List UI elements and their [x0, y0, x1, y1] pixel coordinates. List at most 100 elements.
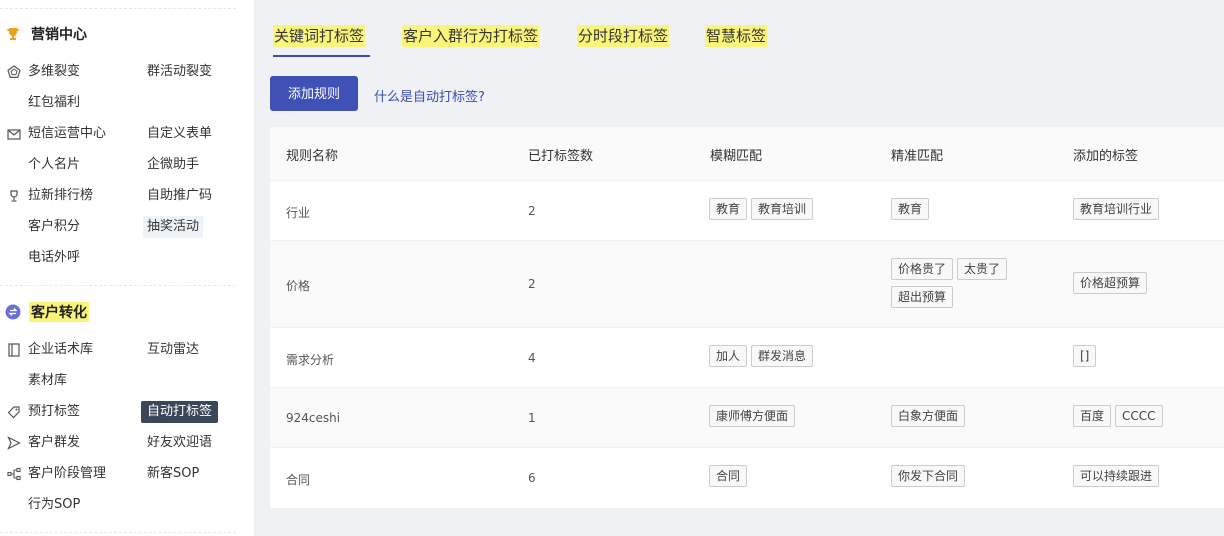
sidebar-item-new-customer-sop[interactable]: 新客SOP [147, 463, 199, 485]
sidebar-item-points[interactable]: 客户积分 [28, 216, 80, 238]
sidebar-item-label: 红包福利 [28, 95, 81, 110]
column-header-added-tags: 添加的标签 [1073, 149, 1139, 164]
exact-match-tags: 白象方便面 [891, 405, 966, 427]
tagged-count: 1 [528, 411, 536, 425]
sidebar-item-label: 互动雷达 [147, 342, 200, 357]
tab-group-join-tagging[interactable]: 客户入群行为打标签 [402, 25, 540, 47]
added-tags: 可以持续跟进 [1073, 465, 1160, 487]
sidebar-item-stage-management[interactable]: 客户阶段管理 [7, 463, 107, 485]
tab-time-period-tagging[interactable]: 分时段打标签 [577, 25, 670, 47]
sidebar-item-ranking[interactable]: 拉新排行榜 [10, 185, 94, 207]
add-rule-button[interactable]: 添加规则 [270, 76, 358, 111]
table-row[interactable]: 价格 2 价格贵了 太贵了 超出预算 价格超预算 [270, 241, 1224, 328]
table-row[interactable]: 需求分析 4 加人 群发消息 [] [270, 328, 1224, 388]
sidebar-item-pre-tag[interactable]: 预打标签 [7, 401, 80, 423]
sidebar-item-custom-form[interactable]: 自定义表单 [147, 123, 212, 145]
sidebar-item-phone-call[interactable]: 电话外呼 [28, 247, 80, 269]
keyword-tag: 教育培训 [751, 198, 814, 220]
exact-match-tags: 教育 [891, 198, 930, 220]
sidebar-item-business-card[interactable]: 个人名片 [28, 154, 80, 176]
table-row[interactable]: 924ceshi 1 康师傅方便面 白象方便面 百度 CCCC [270, 388, 1224, 448]
pentagon-icon [6, 64, 22, 80]
sidebar-item-mass-send[interactable]: 客户群发 [7, 432, 81, 454]
sidebar-item-label: 客户积分 [28, 219, 81, 234]
label-tag: 可以持续跟进 [1073, 465, 1160, 487]
keyword-tag: 加人 [709, 345, 748, 367]
tagged-count: 6 [528, 471, 536, 485]
keyword-tag: 教育 [891, 198, 930, 220]
sidebar-item-label: 电话外呼 [28, 250, 81, 265]
tab-keyword-tagging[interactable]: 关键词打标签 [273, 25, 366, 47]
sidebar-item-red-packet[interactable]: 红包福利 [28, 92, 80, 114]
column-header-tagged-count: 已打标签数 [528, 149, 594, 164]
sidebar-item-radar[interactable]: 互动雷达 [147, 339, 199, 361]
sidebar-item-material-library[interactable]: 素材库 [28, 370, 67, 392]
sidebar-divider [0, 285, 236, 286]
fuzzy-match-tags: 教育 教育培训 [709, 198, 814, 220]
sidebar-item-label: 自动打标签 [147, 404, 213, 419]
sidebar-item-sms-center[interactable]: 短信运营中心 [7, 123, 107, 145]
sidebar-item-label: 短信运营中心 [28, 126, 107, 141]
sidebar-item-label: 拉新排行榜 [28, 188, 94, 203]
rule-name: 合同 [286, 473, 311, 487]
sidebar-divider [0, 8, 236, 9]
rule-name: 行业 [286, 206, 311, 220]
keyword-tag: 太贵了 [957, 258, 1008, 280]
rule-name: 需求分析 [286, 353, 335, 367]
label-tag: 价格超预算 [1073, 272, 1148, 294]
sidebar: 营销中心 多维裂变 群活动裂变 红包福利 短信运营中心 自定义表单 个人名片 企… [0, 0, 254, 536]
sidebar-item-welcome-message[interactable]: 好友欢迎语 [147, 432, 212, 454]
tab-smart-tags[interactable]: 智慧标签 [705, 25, 768, 47]
mail-icon [6, 126, 22, 142]
keyword-tag: 白象方便面 [891, 405, 966, 427]
sidebar-item-label: 抽奖活动 [147, 219, 200, 234]
added-tags: 百度 CCCC [1073, 405, 1163, 427]
column-header-exact-match: 精准匹配 [891, 149, 944, 164]
exact-match-tags: 你发下合同 [891, 465, 966, 487]
sidebar-item-label: 客户群发 [28, 435, 81, 450]
section-marketing: 营销中心 [5, 23, 89, 45]
sidebar-item-behavior-sop[interactable]: 行为SOP [28, 494, 80, 516]
what-is-auto-tag-link[interactable]: 什么是自动打标签? [374, 86, 485, 105]
table-row[interactable]: 合同 6 合同 你发下合同 可以持续跟进 [270, 448, 1224, 508]
sidebar-item-promo-code[interactable]: 自助推广码 [147, 185, 212, 207]
fuzzy-match-tags: 康师傅方便面 [709, 405, 796, 427]
rule-name: 924ceshi [286, 411, 341, 425]
column-header-fuzzy-match: 模糊匹配 [710, 149, 763, 164]
table-row[interactable]: 行业 2 教育 教育培训 教育 教育培训行业 [270, 181, 1224, 241]
tag-icon [6, 404, 22, 420]
book-icon [6, 342, 22, 358]
section-title: 客户转化 [29, 302, 89, 322]
keyword-tag: 你发下合同 [891, 465, 966, 487]
exact-match-tags: 价格贵了 太贵了 超出预算 [891, 258, 1031, 308]
sidebar-divider [0, 532, 236, 533]
exchange-icon [5, 304, 21, 320]
sidebar-item-lottery[interactable]: 抽奖活动 [143, 216, 204, 238]
rule-name: 价格 [286, 279, 311, 293]
keyword-tag: 超出预算 [891, 286, 954, 308]
column-header-rule-name: 规则名称 [286, 149, 339, 164]
tagged-count: 2 [528, 204, 536, 218]
sidebar-item-label: 企业话术库 [28, 342, 94, 357]
keyword-tag: 价格贵了 [891, 258, 954, 280]
sidebar-item-label: 自助推广码 [147, 188, 213, 203]
section-title: 营销中心 [31, 27, 87, 43]
keyword-tag: 合同 [709, 465, 748, 487]
fuzzy-match-tags: 加人 群发消息 [709, 345, 814, 367]
sidebar-item-multi-fission[interactable]: 多维裂变 [7, 61, 80, 83]
sidebar-item-label: 自定义表单 [147, 126, 213, 141]
keyword-tag: 康师傅方便面 [709, 405, 796, 427]
sidebar-item-label: 企微助手 [147, 157, 200, 172]
sidebar-item-script-library[interactable]: 企业话术库 [8, 339, 94, 361]
label-tag: CCCC [1115, 405, 1163, 427]
keyword-tag: 群发消息 [751, 345, 814, 367]
sidebar-item-group-fission[interactable]: 群活动裂变 [147, 61, 212, 83]
sidebar-item-wecom-assistant[interactable]: 企微助手 [147, 154, 199, 176]
trophy-outline-icon [6, 188, 22, 204]
sidebar-item-label: 群活动裂变 [147, 64, 213, 79]
sidebar-item-label: 新客SOP [147, 466, 200, 481]
added-tags: 教育培训行业 [1073, 198, 1160, 220]
sidebar-item-auto-tag[interactable]: 自动打标签 [141, 401, 219, 423]
table-header: 规则名称 已打标签数 模糊匹配 精准匹配 添加的标签 [270, 127, 1224, 181]
sidebar-item-label: 客户阶段管理 [28, 466, 107, 481]
